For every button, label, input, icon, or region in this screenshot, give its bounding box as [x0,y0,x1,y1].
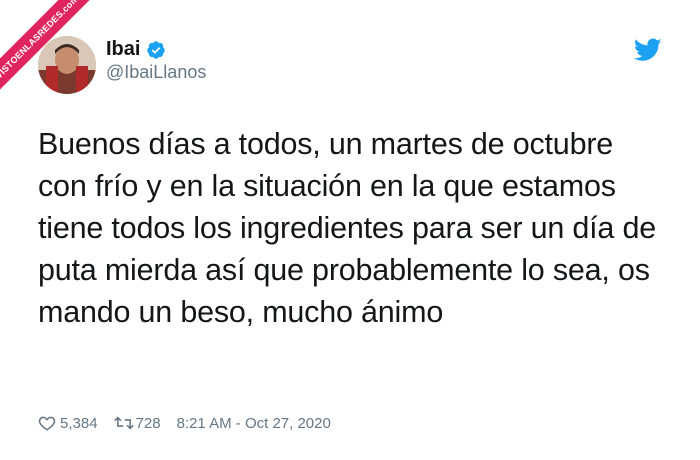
like-group[interactable]: 5,384 [38,414,98,432]
tweet-text: Buenos días a todos, un martes de octubr… [38,127,656,329]
user-handle[interactable]: @IbaiLlanos [106,62,206,83]
tweet-card: VISTOENLASREDES.com Ibai @IbaiLlanos Bue… [0,0,700,460]
display-name[interactable]: Ibai [106,38,140,61]
retweet-count: 728 [135,414,161,432]
twitter-bird-icon[interactable] [633,38,662,62]
tweet-timestamp[interactable]: 8:21 AM - Oct 27, 2020 [177,415,331,432]
like-count: 5,384 [60,414,98,432]
author-name-row: Ibai [106,38,166,61]
tweet-footer: 5,384 728 8:21 AM - Oct 27, 2020 [38,414,331,432]
avatar[interactable] [38,36,96,94]
heart-icon[interactable] [38,414,56,432]
verified-badge-icon [146,40,166,60]
retweet-icon[interactable] [113,414,134,432]
retweet-group[interactable]: 728 [113,414,161,432]
